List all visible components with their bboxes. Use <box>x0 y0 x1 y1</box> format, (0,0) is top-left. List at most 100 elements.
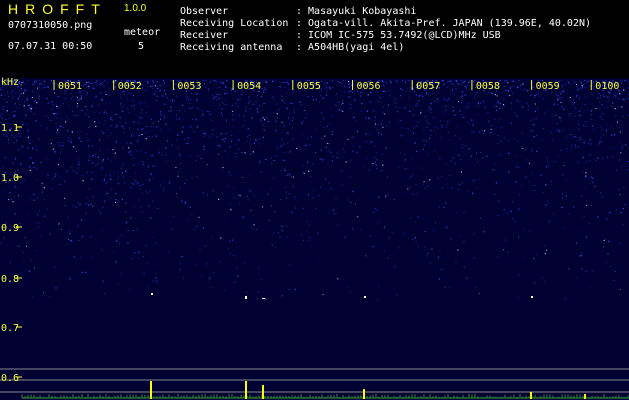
noise-dot <box>484 130 485 132</box>
noise-dot <box>569 83 571 85</box>
noise-dot <box>497 134 499 136</box>
noise-dot <box>110 119 112 121</box>
noise-dot <box>615 115 617 117</box>
noise-dot <box>71 240 73 242</box>
noise-dot <box>238 148 240 150</box>
noise-dot <box>418 104 420 106</box>
noise-dot <box>416 151 418 152</box>
noise-dot <box>288 289 290 291</box>
noise-dot <box>280 145 282 147</box>
noise-dot <box>569 97 571 98</box>
noise-dot <box>619 193 621 195</box>
noise-dot <box>623 187 625 189</box>
noise-dot <box>369 118 370 120</box>
noise-dot <box>321 112 323 114</box>
noise-dot <box>352 136 354 138</box>
noise-dot <box>585 81 587 83</box>
noise-dot <box>159 85 161 87</box>
noise-dot <box>76 131 78 133</box>
noise-dot <box>578 123 580 125</box>
noise-dot <box>35 100 37 101</box>
noise-dot <box>88 81 90 83</box>
noise-dot <box>599 126 601 128</box>
noise-dot <box>79 130 81 132</box>
noise-dot <box>33 167 35 169</box>
noise-dot <box>48 117 50 119</box>
noise-dot <box>104 293 105 294</box>
noise-dot <box>90 236 92 238</box>
noise-dot <box>145 245 147 247</box>
noise-dot <box>512 85 514 87</box>
noise-dot <box>115 199 117 200</box>
noise-dot <box>466 277 468 279</box>
noise-dot <box>404 106 406 108</box>
noise-dot <box>321 81 323 83</box>
noise-dot <box>286 225 288 227</box>
noise-dot <box>271 163 273 165</box>
noise-dot <box>56 105 58 107</box>
noise-dot <box>566 148 568 150</box>
noise-dot <box>360 92 362 94</box>
noise-dot <box>447 99 449 101</box>
noise-dot <box>132 258 133 259</box>
noise-dot <box>350 159 352 161</box>
noise-dot <box>382 164 384 166</box>
noise-dot <box>581 268 583 270</box>
noise-dot <box>587 81 589 83</box>
noise-dot <box>330 87 332 89</box>
noise-dot <box>374 120 376 122</box>
noise-dot <box>157 208 159 210</box>
noise-dot <box>496 95 498 97</box>
noise-dot <box>302 165 304 167</box>
noise-dot <box>498 200 500 202</box>
noise-dot <box>52 101 54 103</box>
noise-dot <box>52 148 54 150</box>
noise-dot <box>362 165 364 167</box>
noise-dot <box>344 91 346 93</box>
noise-dot <box>348 92 350 94</box>
noise-dot <box>209 277 211 279</box>
noise-dot <box>261 80 263 82</box>
noise-dot <box>145 132 147 134</box>
noise-dot <box>347 199 349 201</box>
noise-dot <box>415 221 416 223</box>
noise-dot <box>192 106 194 108</box>
noise-dot <box>448 80 450 82</box>
noise-dot <box>409 186 411 188</box>
noise-dot <box>86 203 87 205</box>
noise-dot <box>72 111 74 113</box>
noise-dot <box>150 119 152 121</box>
noise-dot <box>348 81 350 83</box>
noise-dot <box>349 291 351 293</box>
noise-dot <box>171 144 173 146</box>
noise-dot <box>32 296 34 298</box>
noise-dot <box>2 166 4 168</box>
noise-dot <box>303 171 304 173</box>
noise-dot <box>123 132 125 134</box>
noise-dot <box>461 144 463 146</box>
noise-dot <box>573 206 574 208</box>
noise-dot <box>372 110 374 112</box>
noise-dot <box>350 103 352 105</box>
noise-dot <box>458 154 460 156</box>
meteor-echo <box>245 296 247 299</box>
noise-dot <box>2 108 4 110</box>
noise-dot <box>130 182 132 184</box>
noise-dot <box>522 83 524 85</box>
noise-dot <box>64 205 66 206</box>
noise-dot <box>590 114 592 116</box>
noise-dot <box>149 190 151 192</box>
noise-dot <box>407 128 409 130</box>
noise-dot <box>622 98 624 100</box>
noise-dot <box>302 120 304 122</box>
noise-dot <box>140 150 142 152</box>
noise-dot <box>86 82 88 84</box>
noise-dot <box>442 187 444 189</box>
noise-dot <box>93 88 95 90</box>
y-tick-label: 0.8 <box>1 274 19 285</box>
noise-dot <box>84 83 86 85</box>
noise-dot <box>410 87 412 89</box>
noise-dot <box>165 123 167 125</box>
noise-dot <box>512 92 514 94</box>
spectrogram-background <box>0 78 629 400</box>
